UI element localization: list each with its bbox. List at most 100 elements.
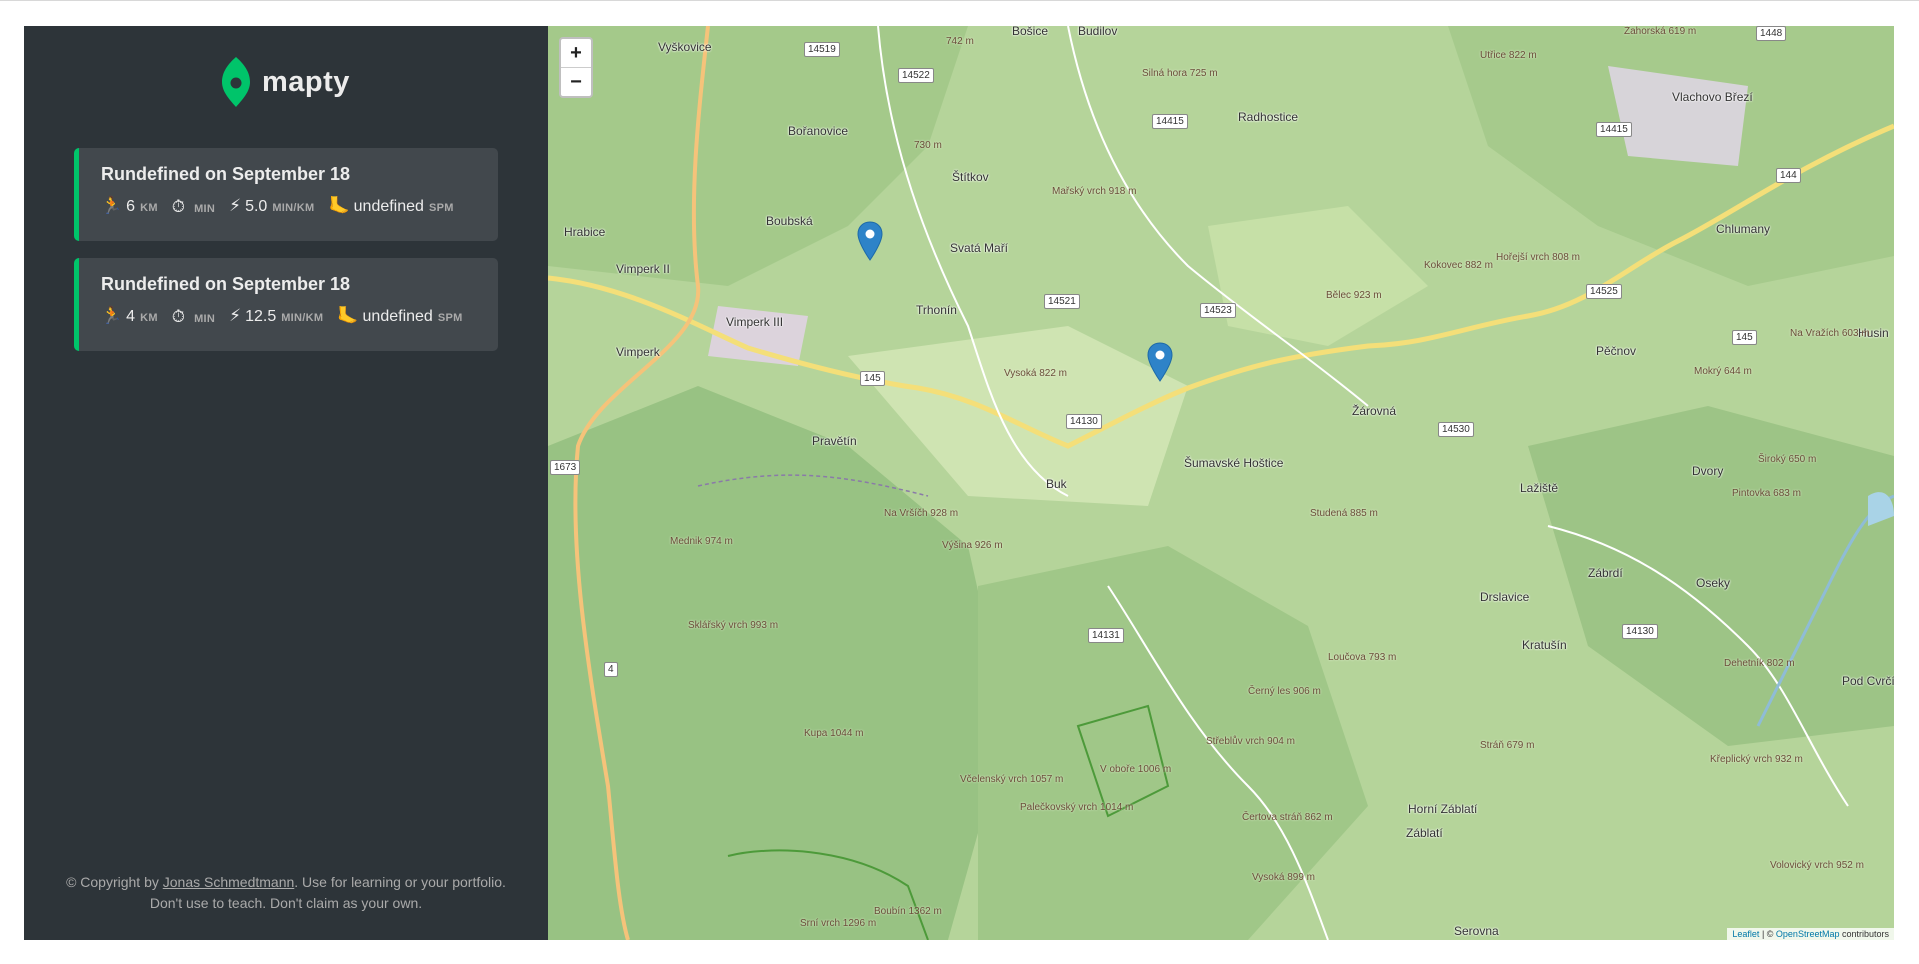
distance-value: 6 <box>126 198 136 215</box>
copyright-suffix: . Use for learning or your portfolio. <box>294 874 506 890</box>
peak-label: Silná hora 725 m <box>1142 68 1218 79</box>
workout-details: 🏃 6 km ⏱ min ⚡ 5.0 min/km <box>101 197 498 216</box>
lightning-icon: ⚡ <box>229 306 242 325</box>
map[interactable]: Vyškovice Bořanovice Boubská Vimperk II … <box>548 26 1894 940</box>
app-container: mapty Rundefined on September 18 🏃 6 km … <box>24 26 1894 940</box>
cadence-value: undefined <box>362 308 433 325</box>
place-label: Pravětín <box>812 434 857 448</box>
peak-label: Loučova 793 m <box>1328 652 1397 663</box>
pace-value: 12.5 <box>245 308 277 325</box>
place-label: Vyškovice <box>658 40 712 54</box>
peak-label: Utřice 822 m <box>1480 50 1537 61</box>
place-label: Radhostice <box>1238 110 1299 124</box>
duration-unit: min <box>194 203 216 215</box>
peak-label: Výšina 926 m <box>942 540 1003 551</box>
pace-value: 5.0 <box>245 198 268 215</box>
peak-label: Pintovka 683 m <box>1732 488 1801 499</box>
peak-label: Kupa 1044 m <box>804 728 864 739</box>
peak-label: Mokrý 644 m <box>1694 366 1752 377</box>
road-label: 4 <box>604 662 618 677</box>
place-label: Bořanovice <box>788 124 849 138</box>
running-icon: 🏃 <box>101 306 123 325</box>
peak-label: Žahorská 619 m <box>1624 26 1697 37</box>
road-label: 14523 <box>1200 303 1236 318</box>
stopwatch-icon: ⏱ <box>171 307 186 326</box>
place-label: Hrabice <box>564 225 606 239</box>
peak-label: Hořejší vrch 808 m <box>1496 252 1580 263</box>
place-label: Štítkov <box>952 170 989 184</box>
distance-unit: km <box>140 202 158 214</box>
road-label: 14130 <box>1066 414 1102 429</box>
peak-label: Mednik 974 m <box>670 536 733 547</box>
running-icon: 🏃 <box>101 196 123 215</box>
distance-detail: 🏃 6 km <box>101 197 158 216</box>
pace-detail: ⚡ 5.0 min/km <box>229 197 314 216</box>
road-label: 144 <box>1776 168 1801 183</box>
workout-list: Rundefined on September 18 🏃 6 km ⏱ min … <box>74 148 498 368</box>
road-label: 14415 <box>1152 114 1188 129</box>
peak-label: 742 m <box>946 36 974 47</box>
peak-label: Včelenský vrch 1057 m <box>960 774 1064 785</box>
workout-item[interactable]: Rundefined on September 18 🏃 6 km ⏱ min … <box>74 148 498 241</box>
attribution-separator: | © <box>1759 929 1776 939</box>
peak-label: Křeplický vrch 932 m <box>1710 754 1803 765</box>
road-label: 14415 <box>1596 122 1632 137</box>
footprint-icon: 🦶 <box>328 196 350 215</box>
road-label: 14521 <box>1044 294 1080 309</box>
pace-detail: ⚡ 12.5 min/km <box>229 307 323 326</box>
road-label: 14525 <box>1586 284 1622 299</box>
place-label: Vimperk III <box>726 315 784 329</box>
map-attribution: Leaflet | © OpenStreetMap contributors <box>1727 928 1894 940</box>
road-label: 14522 <box>898 68 934 83</box>
place-label: Dvory <box>1692 464 1724 478</box>
distance-unit: km <box>140 312 158 324</box>
road-label: 14519 <box>804 42 840 57</box>
place-label: Bošice <box>1012 26 1049 38</box>
app-name: mapty <box>262 65 350 98</box>
place-label: Zábrdí <box>1588 566 1623 580</box>
place-label: Chlumany <box>1716 222 1771 236</box>
peak-label: Palečkovský vrch 1014 m <box>1020 802 1134 813</box>
peak-label: Stráň 679 m <box>1480 740 1535 751</box>
map-marker-icon[interactable] <box>1147 342 1173 382</box>
sidebar: mapty Rundefined on September 18 🏃 6 km … <box>24 26 548 940</box>
place-label: Horní Záblatí <box>1408 802 1478 816</box>
place-label: Pod Cvrčí <box>1842 674 1894 688</box>
peak-label: Kokovec 882 m <box>1424 260 1493 271</box>
peak-label: Srní vrch 1296 m <box>800 918 877 929</box>
duration-detail: ⏱ min <box>172 198 215 215</box>
workout-title: Rundefined on September 18 <box>101 274 351 294</box>
peak-label: Černý les 906 m <box>1248 686 1321 697</box>
place-label: Serovna <box>1454 924 1499 938</box>
osm-link[interactable]: OpenStreetMap <box>1776 929 1840 939</box>
road-label: 145 <box>1732 330 1757 345</box>
author-link[interactable]: Jonas Schmedtmann <box>163 874 295 890</box>
peak-label: Vysoká 899 m <box>1252 872 1315 883</box>
place-label: Žárovná <box>1352 404 1397 418</box>
workout-item[interactable]: Rundefined on September 18 🏃 4 km ⏱ min … <box>74 258 498 351</box>
place-label: Buk <box>1046 477 1067 491</box>
peak-label: V oboře 1006 m <box>1100 764 1172 775</box>
copyright: © Copyright by Jonas Schmedtmann. Use fo… <box>24 872 548 914</box>
pace-unit: min/km <box>272 202 315 214</box>
cadence-value: undefined <box>353 198 424 215</box>
peak-label: Bělec 923 m <box>1326 290 1382 301</box>
place-label: Trhonín <box>916 303 957 317</box>
peak-label: Mařský vrch 918 m <box>1052 186 1137 197</box>
zoom-in-button[interactable]: + <box>561 39 591 68</box>
workout-title: Rundefined on September 18 <box>101 164 351 184</box>
zoom-out-button[interactable]: − <box>561 68 591 96</box>
cadence-detail: 🦶 undefined spm <box>337 307 462 326</box>
leaflet-link[interactable]: Leaflet <box>1732 929 1759 939</box>
peak-label: Čertova stráň 862 m <box>1242 812 1333 823</box>
road-label: 14130 <box>1622 624 1658 639</box>
road-label: 14530 <box>1438 422 1474 437</box>
map-marker-icon[interactable] <box>857 221 883 261</box>
place-label: Vlachovo Březí <box>1672 90 1753 104</box>
workout-details: 🏃 4 km ⏱ min ⚡ 12.5 min/km <box>101 307 498 326</box>
cadence-unit: spm <box>428 202 454 214</box>
place-label: Vimperk <box>616 345 660 359</box>
peak-label: 730 m <box>914 140 942 151</box>
place-label: Drslavice <box>1480 590 1530 604</box>
peak-label: Na Vršíčh 928 m <box>884 508 959 519</box>
